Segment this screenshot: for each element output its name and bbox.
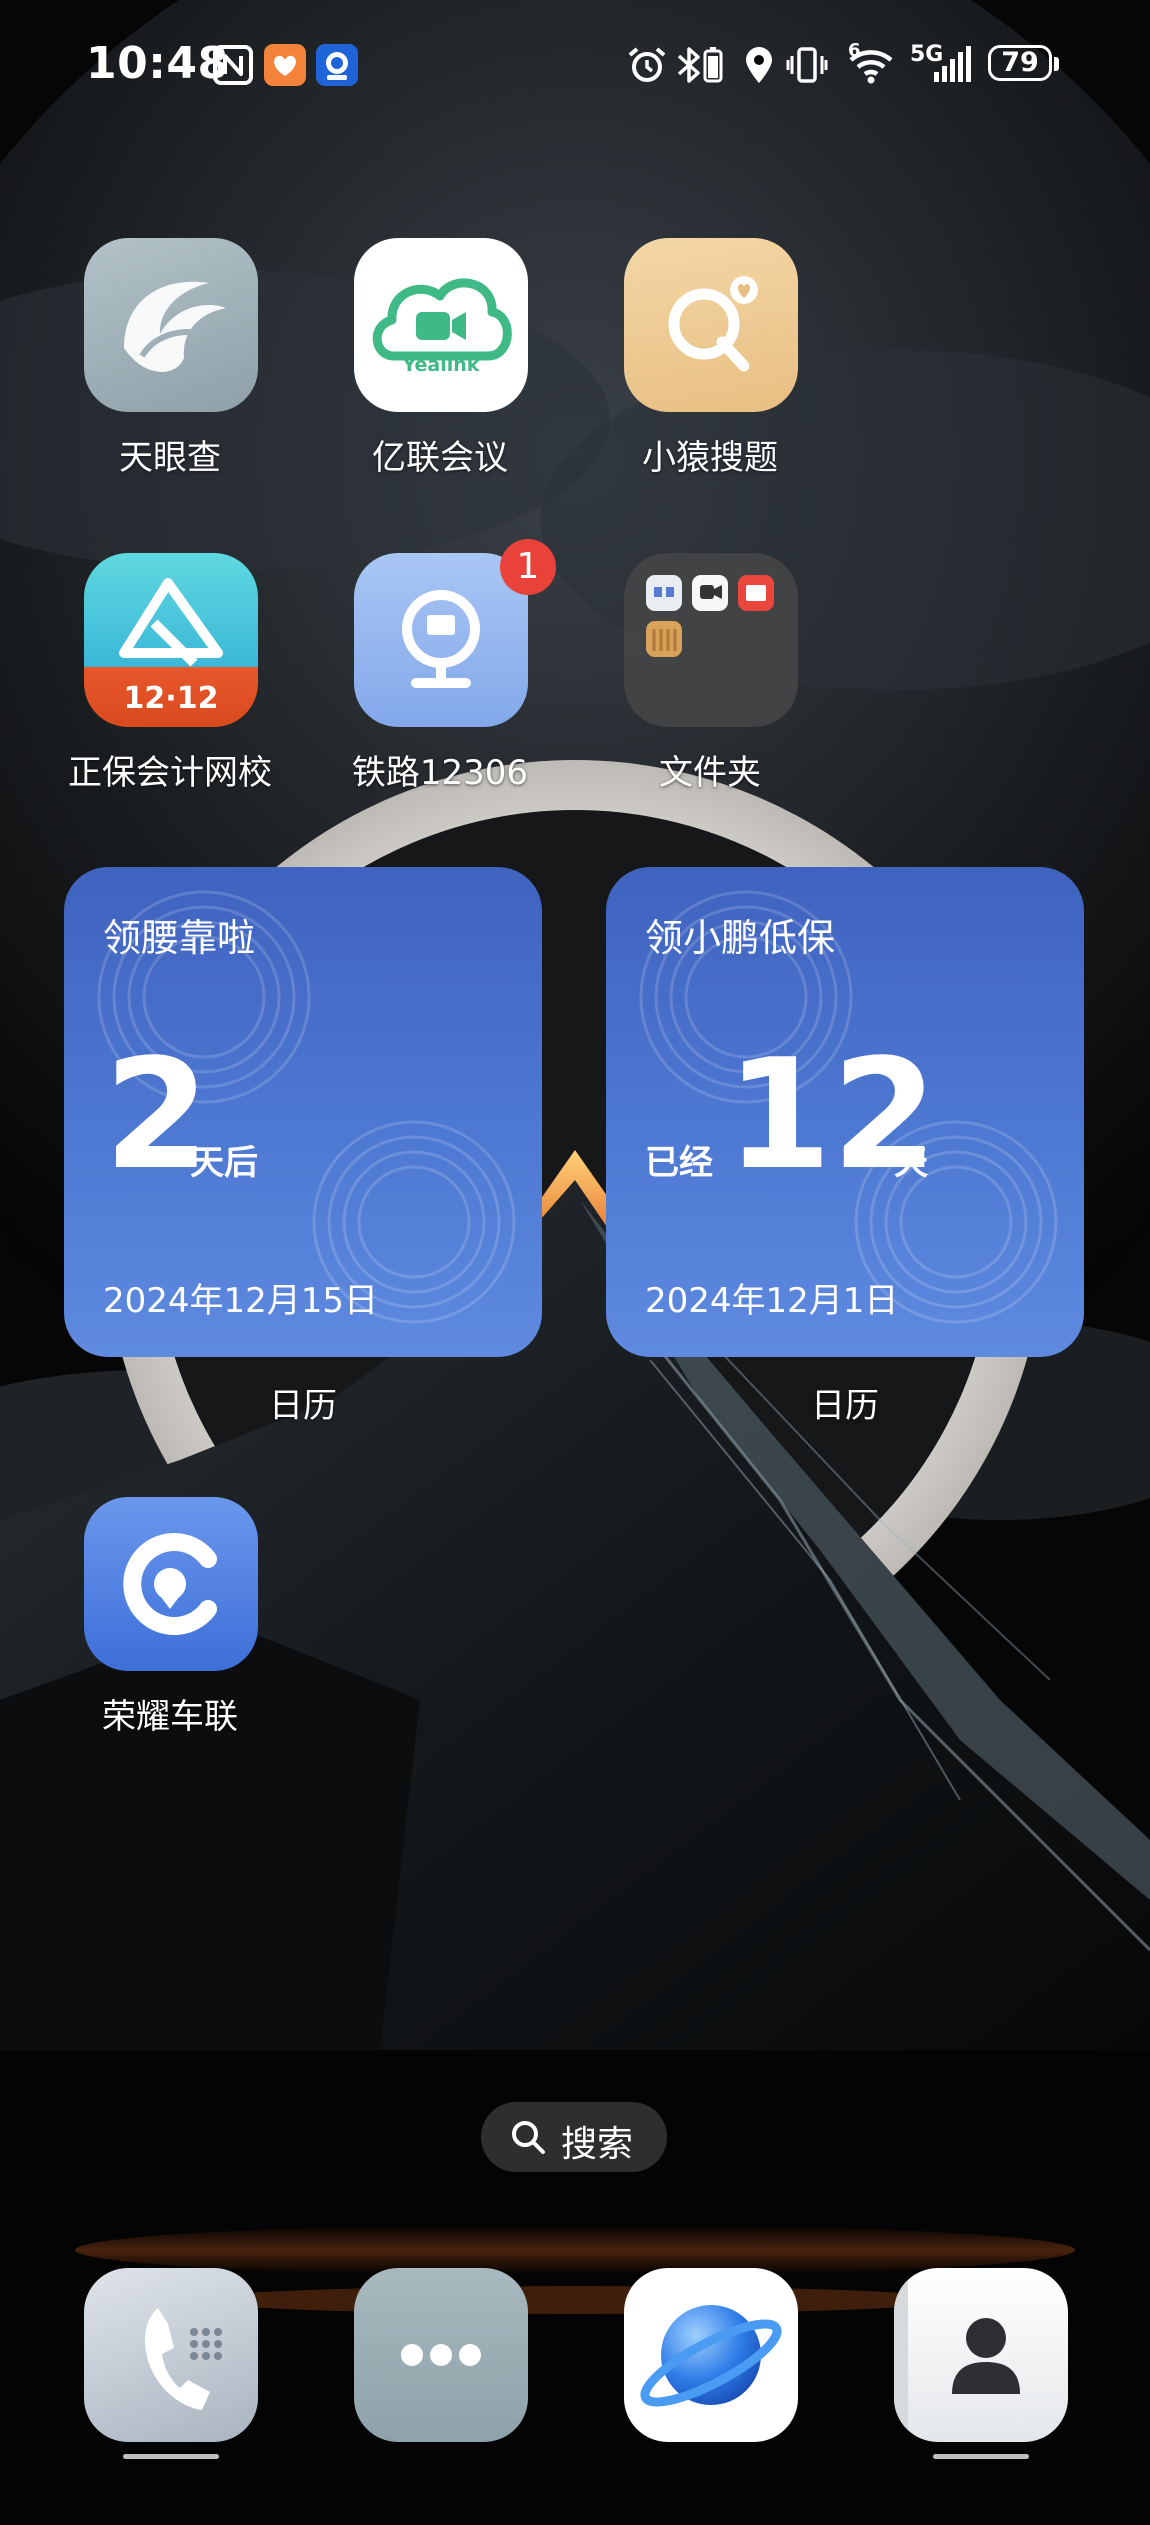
calendar-countdown-widget-2[interactable]: 领小鹏低保 已经 12 天 2024年12月1日 <box>606 867 1084 1357</box>
alarm-icon <box>628 47 666 82</box>
status-bar: 10:48 6 5G 79 <box>0 0 1150 135</box>
notification-badge: 1 <box>500 539 556 595</box>
contacts-icon <box>894 2268 1020 2442</box>
countdown-suffix: 天后 <box>190 1143 258 1183</box>
signal-icon <box>934 46 971 82</box>
app-label: 荣耀车联 <box>102 1697 238 1737</box>
dock-phone[interactable] <box>84 2268 258 2442</box>
browser-planet-icon <box>640 2305 782 2407</box>
folder-icon <box>624 553 798 727</box>
search-question-icon <box>624 238 798 412</box>
search-icon <box>512 2121 545 2154</box>
app-label: 文件夹 <box>659 753 761 793</box>
dock-indicator <box>933 2454 1029 2459</box>
dock-messages[interactable] <box>354 2268 528 2442</box>
notification-app-blue-icon <box>316 44 358 86</box>
zhengbao-icon: 12·12 <box>84 553 258 727</box>
vibrate-icon <box>786 47 828 83</box>
dock-browser[interactable] <box>624 2268 798 2442</box>
widget-label: 日历 <box>269 1386 337 1426</box>
event-date: 2024年12月1日 <box>645 1281 899 1321</box>
calendar-countdown-widget-1[interactable]: 领腰靠啦 2 天后 2024年12月15日 <box>64 867 542 1357</box>
app-label: 小猿搜题 <box>642 438 778 478</box>
battery-icon: 79 <box>988 45 1064 85</box>
wifi-standard-label: 6 <box>848 40 861 61</box>
dock-indicator <box>123 2454 219 2459</box>
yealink-cloud-icon: Yealink <box>354 238 528 412</box>
countdown-prefix: 已经 <box>645 1143 713 1183</box>
search-label: 搜索 <box>561 2124 634 2165</box>
dock-contacts[interactable] <box>894 2268 1068 2442</box>
device-battery-icon <box>703 47 723 83</box>
battery-percent: 79 <box>1001 47 1039 78</box>
widget-title: 领腰靠啦 <box>103 916 256 960</box>
notification-app-orange-icon <box>264 44 306 86</box>
location-icon <box>746 47 772 83</box>
clock: 10:48 <box>86 38 229 89</box>
messages-icon <box>401 2344 481 2366</box>
event-date: 2024年12月15日 <box>103 1281 379 1321</box>
yealink-brand-text: Yealink <box>402 354 480 376</box>
nfc-icon <box>213 45 253 85</box>
phone-icon <box>144 2308 222 2410</box>
tianyancha-icon <box>84 238 258 412</box>
honor-car-icon <box>84 1497 258 1671</box>
promo-label: 12·12 <box>123 681 219 716</box>
countdown-suffix: 天 <box>894 1143 928 1183</box>
widget-title: 领小鹏低保 <box>645 916 836 960</box>
widget-label: 日历 <box>811 1386 879 1426</box>
bluetooth-icon <box>677 47 700 83</box>
search-button[interactable]: 搜索 <box>481 2102 667 2172</box>
